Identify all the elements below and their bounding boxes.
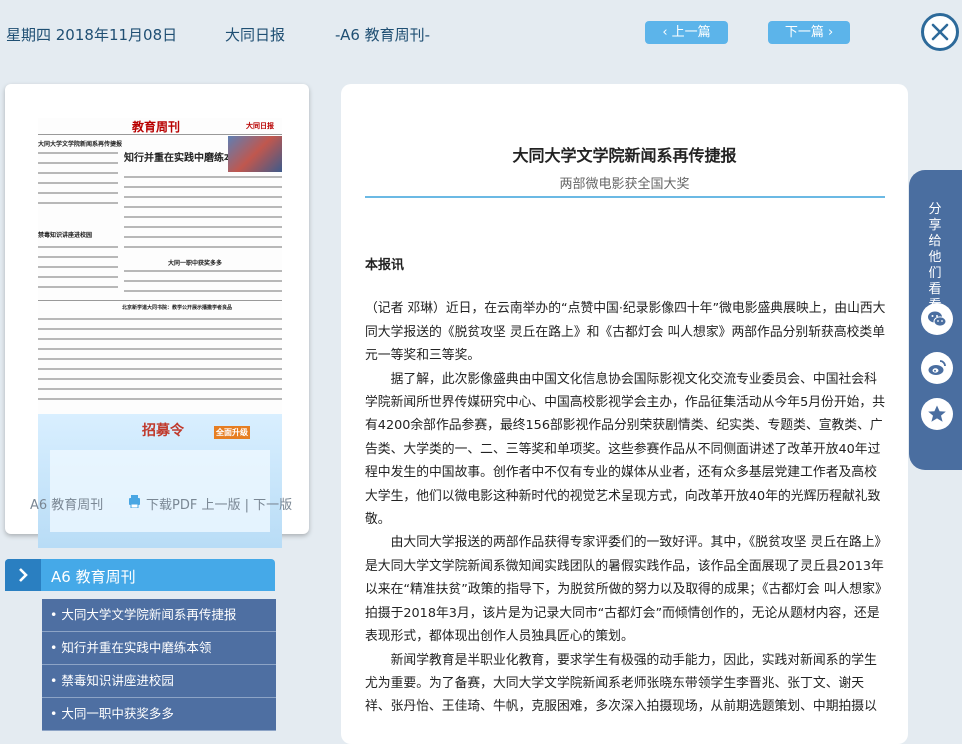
thumb-text <box>38 378 282 380</box>
close-icon <box>931 23 949 41</box>
section-nav-title: A6 教育周刊 <box>51 568 136 586</box>
thumb-text <box>38 358 282 360</box>
thumb-text <box>38 182 118 184</box>
thumbnail-caption: A6 教育周刊 <box>30 498 104 513</box>
weibo-share-button[interactable] <box>921 352 953 384</box>
thumb-headline-2: 知行并重在实践中磨练本领 <box>124 153 244 164</box>
article-panel: 大同大学文学院新闻系再传捷报 两部微电影获全国大奖 本报讯 （记者 邓琳）近日，… <box>341 84 908 744</box>
share-label: 分享给他们看看 <box>928 202 942 313</box>
thumb-text <box>38 328 282 330</box>
thumb-text <box>124 186 282 188</box>
thumb-headline-1: 大同大学文学院新闻系再传捷报 <box>38 141 123 148</box>
thumb-text <box>38 318 282 320</box>
thumb-text <box>124 196 282 198</box>
section-article-list: • 大同大学文学院新闻系再传捷报 • 知行并重在实践中磨练本领 • 禁毒知识讲座… <box>42 599 276 731</box>
page-thumbnail-card: 教育周刊 大同日报 大同大学文学院新闻系再传捷报 知行并重在实践中磨练本领 禁毒… <box>5 84 309 548</box>
thumb-ad-title: 招募令 <box>142 423 184 439</box>
previous-article-button[interactable]: ‹ 上一篇 <box>645 21 728 44</box>
thumb-headline-5: 大同一职中获奖多多 <box>168 260 223 267</box>
thumb-rule <box>38 300 282 301</box>
article-paragraph: 据了解，此次影像盛典由中国文化信息协会国际影视文化交流专业委员会、中国社会科学院… <box>365 371 886 528</box>
top-bar: 星期四 2018年11月08日 大同日报 -A6 教育周刊- ‹ 上一篇 下一篇… <box>0 0 962 68</box>
thumb-text <box>124 226 282 228</box>
chevron-right-icon: › <box>823 25 834 40</box>
thumb-page-name: 教育周刊 <box>132 120 181 134</box>
article-subtitle: 两部微电影获全国大奖 <box>559 177 690 192</box>
article-title: 大同大学文学院新闻系再传捷报 <box>512 146 737 165</box>
list-item[interactable]: • 大同一职中获奖多多 <box>42 698 276 731</box>
favorite-share-button[interactable] <box>921 398 953 430</box>
thumb-paper-name: 大同日报 <box>246 122 274 130</box>
thumb-text <box>38 162 118 164</box>
thumb-text <box>38 398 282 400</box>
thumb-text <box>38 286 118 288</box>
article-paragraph: 由大同大学报送的两部作品获得专家评委们的一致好评。其中，《脱贫攻坚 灵丘在路上》… <box>365 535 884 645</box>
weibo-icon <box>928 360 946 375</box>
pdf-download-icon <box>129 495 140 508</box>
thumb-text <box>38 246 118 248</box>
thumb-text <box>124 236 282 238</box>
thumb-text <box>38 266 118 268</box>
share-panel: 分享给他们看看 <box>909 170 962 470</box>
thumb-text <box>124 216 282 218</box>
title-divider <box>365 196 885 198</box>
thumb-rule <box>38 134 282 135</box>
list-item[interactable]: • 禁毒知识讲座进校园 <box>42 665 276 698</box>
thumb-headline-3: 禁毒知识讲座进校园 <box>38 232 93 239</box>
pdf-links: 下载PDF 上一版 | 下一版 <box>129 494 292 513</box>
thumb-headline-4: 北京新学道大同书院：教学公开展示播撒学者良品 <box>122 305 233 311</box>
thumb-ad-banner: 全面升级 <box>214 426 250 439</box>
link-separator: | <box>244 498 250 513</box>
thumb-ad-body <box>50 450 270 532</box>
thumb-text <box>38 202 118 204</box>
thumb-text <box>124 206 282 208</box>
list-item[interactable]: • 大同大学文学院新闻系再传捷报 <box>42 599 276 632</box>
next-article-button[interactable]: 下一篇 › <box>768 21 850 44</box>
thumb-text <box>124 270 282 272</box>
thumb-text <box>38 338 282 340</box>
article-lead: 本报讯 <box>365 258 405 273</box>
section-label: -A6 教育周刊- <box>335 26 431 44</box>
article-body: 本报讯 （记者 邓琳）近日，在云南举办的“点赞中国·纪录影像四十年”微电影盛典展… <box>365 254 887 719</box>
chevron-left-icon: ‹ <box>662 25 672 40</box>
issue-date: 星期四 2018年11月08日 <box>6 26 178 44</box>
section-nav-toggle[interactable] <box>5 559 41 591</box>
thumb-text <box>38 276 118 278</box>
thumb-text <box>38 348 282 350</box>
list-item[interactable]: • 知行并重在实践中磨练本领 <box>42 632 276 665</box>
favorite-icon <box>928 405 946 422</box>
paper-name[interactable]: 大同日报 <box>225 24 285 45</box>
newspaper-page-thumbnail[interactable]: 教育周刊 大同日报 大同大学文学院新闻系再传捷报 知行并重在实践中磨练本领 禁毒… <box>38 118 282 548</box>
wechat-icon <box>928 311 947 327</box>
thumb-text <box>38 368 282 370</box>
chevron-right-icon <box>19 568 28 582</box>
thumb-text <box>124 176 282 178</box>
thumb-text <box>38 152 118 154</box>
article-paragraph: 新闻学教育是半职业化教育，要求学生有极强的动手能力，因此，实践对新闻系的学生尤为… <box>365 652 877 715</box>
wechat-share-button[interactable] <box>921 303 953 335</box>
thumb-text <box>38 256 118 258</box>
previous-page-link[interactable]: 上一版 <box>201 498 240 513</box>
thumb-text <box>124 246 282 248</box>
thumb-text <box>38 388 282 390</box>
thumb-text <box>38 172 118 174</box>
thumb-advertisement: 招募令 全面升级 <box>38 414 282 548</box>
thumb-photo <box>228 136 282 172</box>
section-nav-header[interactable]: A6 教育周刊 <box>5 559 275 591</box>
thumb-text <box>124 290 282 292</box>
article-paragraph: （记者 邓琳）近日，在云南举办的“点赞中国·纪录影像四十年”微电影盛典展映上，由… <box>365 301 886 364</box>
thumb-text <box>124 280 282 282</box>
thumb-text <box>38 192 118 194</box>
download-pdf-link[interactable]: 下载PDF <box>146 498 197 513</box>
next-page-link[interactable]: 下一版 <box>253 498 292 513</box>
close-button[interactable] <box>921 13 959 51</box>
